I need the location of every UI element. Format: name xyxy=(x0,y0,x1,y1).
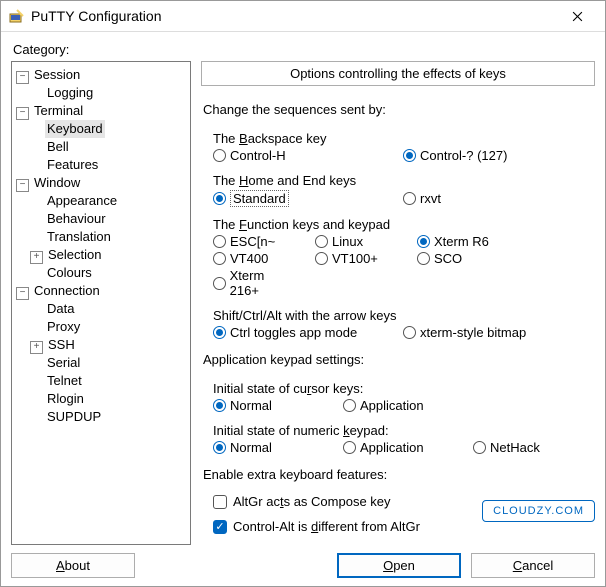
radio-cursor-application[interactable]: Application xyxy=(343,398,453,413)
arrows-label: Shift/Ctrl/Alt with the arrow keys xyxy=(213,308,595,323)
radio-control-h[interactable]: Control-H xyxy=(213,148,383,163)
tree-item-telnet[interactable]: Telnet xyxy=(30,372,188,390)
radio-rxvt[interactable]: rxvt xyxy=(403,191,573,206)
numeric-label: Initial state of numeric keypad: xyxy=(213,423,595,438)
category-label: Category: xyxy=(13,42,595,57)
radio-escn[interactable]: ESC[n~ xyxy=(213,234,295,249)
tree-item-connection[interactable]: −Connection Data Proxy +SSH Serial Telne… xyxy=(16,282,188,426)
collapse-icon[interactable]: − xyxy=(16,71,29,84)
collapse-icon[interactable]: − xyxy=(16,179,29,192)
cursor-group: Initial state of cursor keys: Normal App… xyxy=(213,377,595,413)
funckeys-group: The Function keys and keypad ESC[n~ Linu… xyxy=(213,213,595,298)
panel-title: Options controlling the effects of keys xyxy=(201,61,595,86)
extra-heading: Enable extra keyboard features: xyxy=(203,467,595,482)
tree-item-session[interactable]: −Session Logging xyxy=(16,66,188,102)
arrows-group: Shift/Ctrl/Alt with the arrow keys Ctrl … xyxy=(213,304,595,340)
titlebar: PuTTY Configuration xyxy=(1,1,605,32)
settings-panel: Options controlling the effects of keys … xyxy=(201,61,595,545)
funckeys-label: The Function keys and keypad xyxy=(213,217,595,232)
numeric-group: Initial state of numeric keypad: Normal … xyxy=(213,419,595,455)
radio-num-normal[interactable]: Normal xyxy=(213,440,323,455)
putty-config-window: PuTTY Configuration Category: −Session L… xyxy=(0,0,606,587)
radio-linux[interactable]: Linux xyxy=(315,234,397,249)
homeend-group: The Home and End keys Standard rxvt xyxy=(213,169,595,207)
radio-ctrl-toggles[interactable]: Ctrl toggles app mode xyxy=(213,325,383,340)
sequences-heading: Change the sequences sent by: xyxy=(203,102,595,117)
checkbox-checked-icon: ✓ xyxy=(213,520,227,534)
close-button[interactable] xyxy=(557,1,597,31)
putty-icon xyxy=(9,8,25,24)
window-title: PuTTY Configuration xyxy=(31,8,551,24)
tree-item-terminal[interactable]: −Terminal Keyboard Bell Features xyxy=(16,102,188,174)
collapse-icon[interactable]: − xyxy=(16,107,29,120)
button-row: About Open Cancel xyxy=(11,545,595,578)
tree-item-logging[interactable]: Logging xyxy=(30,84,188,102)
tree-item-features[interactable]: Features xyxy=(30,156,188,174)
category-tree[interactable]: −Session Logging −Terminal Keyboard Bell… xyxy=(11,61,191,545)
tree-item-behaviour[interactable]: Behaviour xyxy=(30,210,188,228)
expand-icon[interactable]: + xyxy=(30,251,43,264)
radio-vt100plus[interactable]: VT100+ xyxy=(315,251,397,266)
radio-xtermr6[interactable]: Xterm R6 xyxy=(417,234,499,249)
tree-item-proxy[interactable]: Proxy xyxy=(30,318,188,336)
expand-icon[interactable]: + xyxy=(30,341,43,354)
checkbox-icon xyxy=(213,495,227,509)
radio-sco[interactable]: SCO xyxy=(417,251,499,266)
radio-control-question[interactable]: Control-? (127) xyxy=(403,148,573,163)
backspace-label: The Backspace key xyxy=(213,131,595,146)
tree-item-supdup[interactable]: SUPDUP xyxy=(30,408,188,426)
tree-item-appearance[interactable]: Appearance xyxy=(30,192,188,210)
radio-vt400[interactable]: VT400 xyxy=(213,251,295,266)
homeend-label: The Home and End keys xyxy=(213,173,595,188)
collapse-icon[interactable]: − xyxy=(16,287,29,300)
backspace-group: The Backspace key Control-H Control-? (1… xyxy=(213,127,595,163)
tree-item-colours[interactable]: Colours xyxy=(30,264,188,282)
watermark: CLOUDZY.COM xyxy=(482,500,595,522)
tree-item-data[interactable]: Data xyxy=(30,300,188,318)
cancel-button[interactable]: Cancel xyxy=(471,553,595,578)
radio-standard[interactable]: Standard xyxy=(213,190,383,207)
radio-xterm216[interactable]: Xterm 216+ xyxy=(213,268,295,298)
close-icon xyxy=(572,11,583,22)
tree-item-ssh[interactable]: +SSH xyxy=(30,336,188,354)
tree-item-window[interactable]: −Window Appearance Behaviour Translation… xyxy=(16,174,188,282)
cursor-label: Initial state of cursor keys: xyxy=(213,381,595,396)
tree-item-serial[interactable]: Serial xyxy=(30,354,188,372)
tree-item-translation[interactable]: Translation xyxy=(30,228,188,246)
open-button[interactable]: Open xyxy=(337,553,461,578)
radio-num-nethack[interactable]: NetHack xyxy=(473,440,583,455)
radio-xterm-bitmap[interactable]: xterm-style bitmap xyxy=(403,325,573,340)
radio-cursor-normal[interactable]: Normal xyxy=(213,398,323,413)
appkeypad-heading: Application keypad settings: xyxy=(203,352,595,367)
tree-item-keyboard[interactable]: Keyboard xyxy=(30,120,188,138)
tree-item-selection[interactable]: +Selection xyxy=(30,246,188,264)
radio-num-application[interactable]: Application xyxy=(343,440,453,455)
columns: −Session Logging −Terminal Keyboard Bell… xyxy=(11,61,595,545)
tree-item-rlogin[interactable]: Rlogin xyxy=(30,390,188,408)
about-button[interactable]: About xyxy=(11,553,135,578)
tree-item-bell[interactable]: Bell xyxy=(30,138,188,156)
